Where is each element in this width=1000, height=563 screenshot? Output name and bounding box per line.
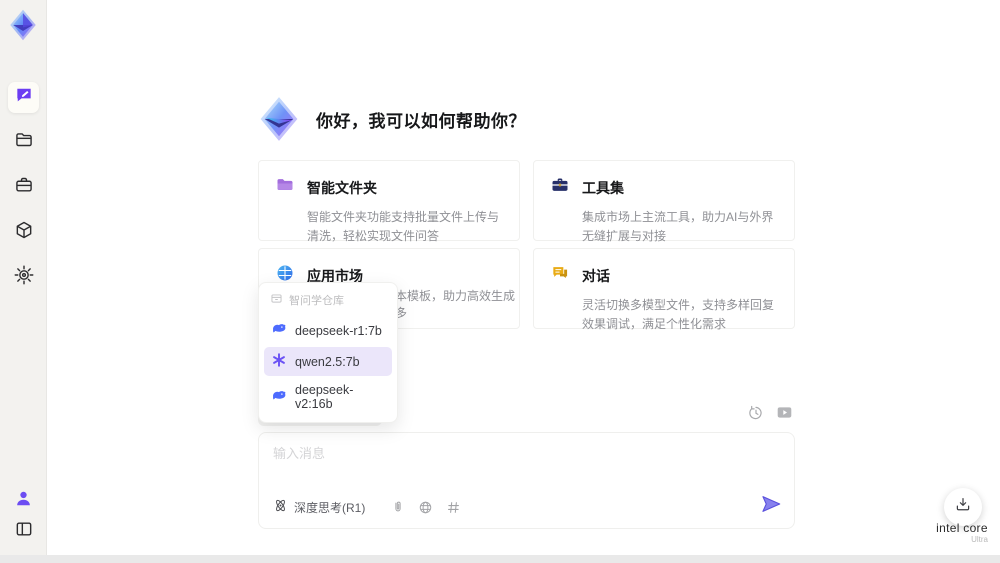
sidebar: [0, 0, 47, 555]
assistant-logo-icon: [256, 96, 302, 142]
folder-icon: [14, 130, 34, 155]
qwen-icon: [271, 352, 287, 371]
card-description: 灵活切换多模型文件，支持多样回复效果调试，满足个性化需求: [582, 298, 775, 331]
sidebar-item-chat[interactable]: [8, 82, 39, 113]
pip-icon[interactable]: [776, 404, 793, 421]
briefcase-icon: [14, 175, 34, 200]
sidebar-item-toolbox[interactable]: [8, 172, 39, 203]
sidebar-item-account[interactable]: [8, 485, 39, 516]
model-dropdown-header-label: 智问学仓库: [289, 295, 344, 307]
deep-think-label: 深度思考(R1): [294, 500, 366, 515]
intel-core-badge: intel core Ultra: [928, 521, 996, 544]
card-title: 智能文件夹: [307, 179, 377, 196]
cube-icon: [14, 220, 34, 245]
download-icon: [954, 496, 972, 519]
card-toolset[interactable]: 工具集 集成市场上主流工具，助力AI与外界无缝扩展与对接: [533, 160, 795, 243]
navy-briefcase-icon: [550, 175, 570, 200]
user-icon: [14, 489, 33, 513]
chat-icon: [14, 85, 34, 110]
atom-icon: [273, 498, 288, 516]
sidebar-collapse[interactable]: [8, 516, 39, 547]
model-option-label: deepseek-r1:7b: [295, 323, 382, 338]
card-title: 对话: [582, 267, 610, 284]
composer-toolbar: 深度思考(R1): [273, 496, 782, 518]
deepseek-whale-icon: [271, 388, 287, 407]
app-logo-icon: [6, 8, 40, 42]
model-option-label: qwen2.5:7b: [295, 354, 360, 369]
deepseek-whale-icon: [271, 321, 287, 340]
card-description: 集成市场上主流工具，助力AI与外界无缝扩展与对接: [582, 210, 774, 243]
card-title: 工具集: [582, 179, 624, 196]
yellow-chat-icon: [550, 263, 570, 288]
model-option-qwen[interactable]: qwen2.5:7b: [264, 347, 392, 376]
card-smart-folder[interactable]: 智能文件夹 智能文件夹功能支持批量文件上传与清洗，轻松实现文件问答: [258, 160, 520, 243]
grid-hash-icon[interactable]: [446, 500, 461, 515]
message-input[interactable]: [273, 443, 773, 487]
send-button[interactable]: [760, 493, 782, 520]
app-window: 你好，我可以如何帮助你？ 智能文件夹 智能文件夹功能支持批量文件上传与清洗，轻松…: [0, 0, 1000, 563]
model-option-deepseek-v2[interactable]: deepseek-v2:16b: [264, 378, 392, 416]
model-dropdown: 智问学仓库 deepseek-r1:7b qwen2.5:7b deepseek…: [258, 282, 398, 423]
card-description-fragment: 本模板，助力高效生成多: [395, 289, 516, 320]
sidebar-item-models[interactable]: [8, 217, 39, 248]
greeting-title: 你好，我可以如何帮助你？: [316, 111, 526, 131]
attachment-icon[interactable]: [391, 500, 405, 514]
repo-icon: [270, 292, 283, 308]
greeting: 你好，我可以如何帮助你？: [256, 96, 526, 142]
model-option-label: deepseek-v2:16b: [295, 383, 354, 411]
gear-icon: [14, 265, 34, 290]
message-composer: 深度思考(R1): [258, 432, 795, 529]
card-dialogue[interactable]: 对话 灵活切换多模型文件，支持多样回复效果调试，满足个性化需求: [533, 248, 795, 331]
intel-ultra-text: Ultra: [971, 535, 988, 544]
intel-core-text: intel core: [936, 521, 988, 535]
sidebar-item-files[interactable]: [8, 127, 39, 158]
model-option-deepseek-r1[interactable]: deepseek-r1:7b: [264, 316, 392, 345]
panel-icon: [14, 519, 34, 544]
bottom-bar: [0, 555, 1000, 563]
sidebar-item-settings[interactable]: [8, 262, 39, 293]
purple-folder-icon: [275, 175, 295, 200]
model-dropdown-header: 智问学仓库: [264, 289, 392, 314]
card-description: 智能文件夹功能支持批量文件上传与清洗，轻松实现文件问答: [307, 210, 500, 243]
history-icon[interactable]: [748, 405, 764, 421]
deep-think-toggle[interactable]: 深度思考(R1): [273, 498, 365, 516]
globe-icon[interactable]: [418, 500, 433, 515]
